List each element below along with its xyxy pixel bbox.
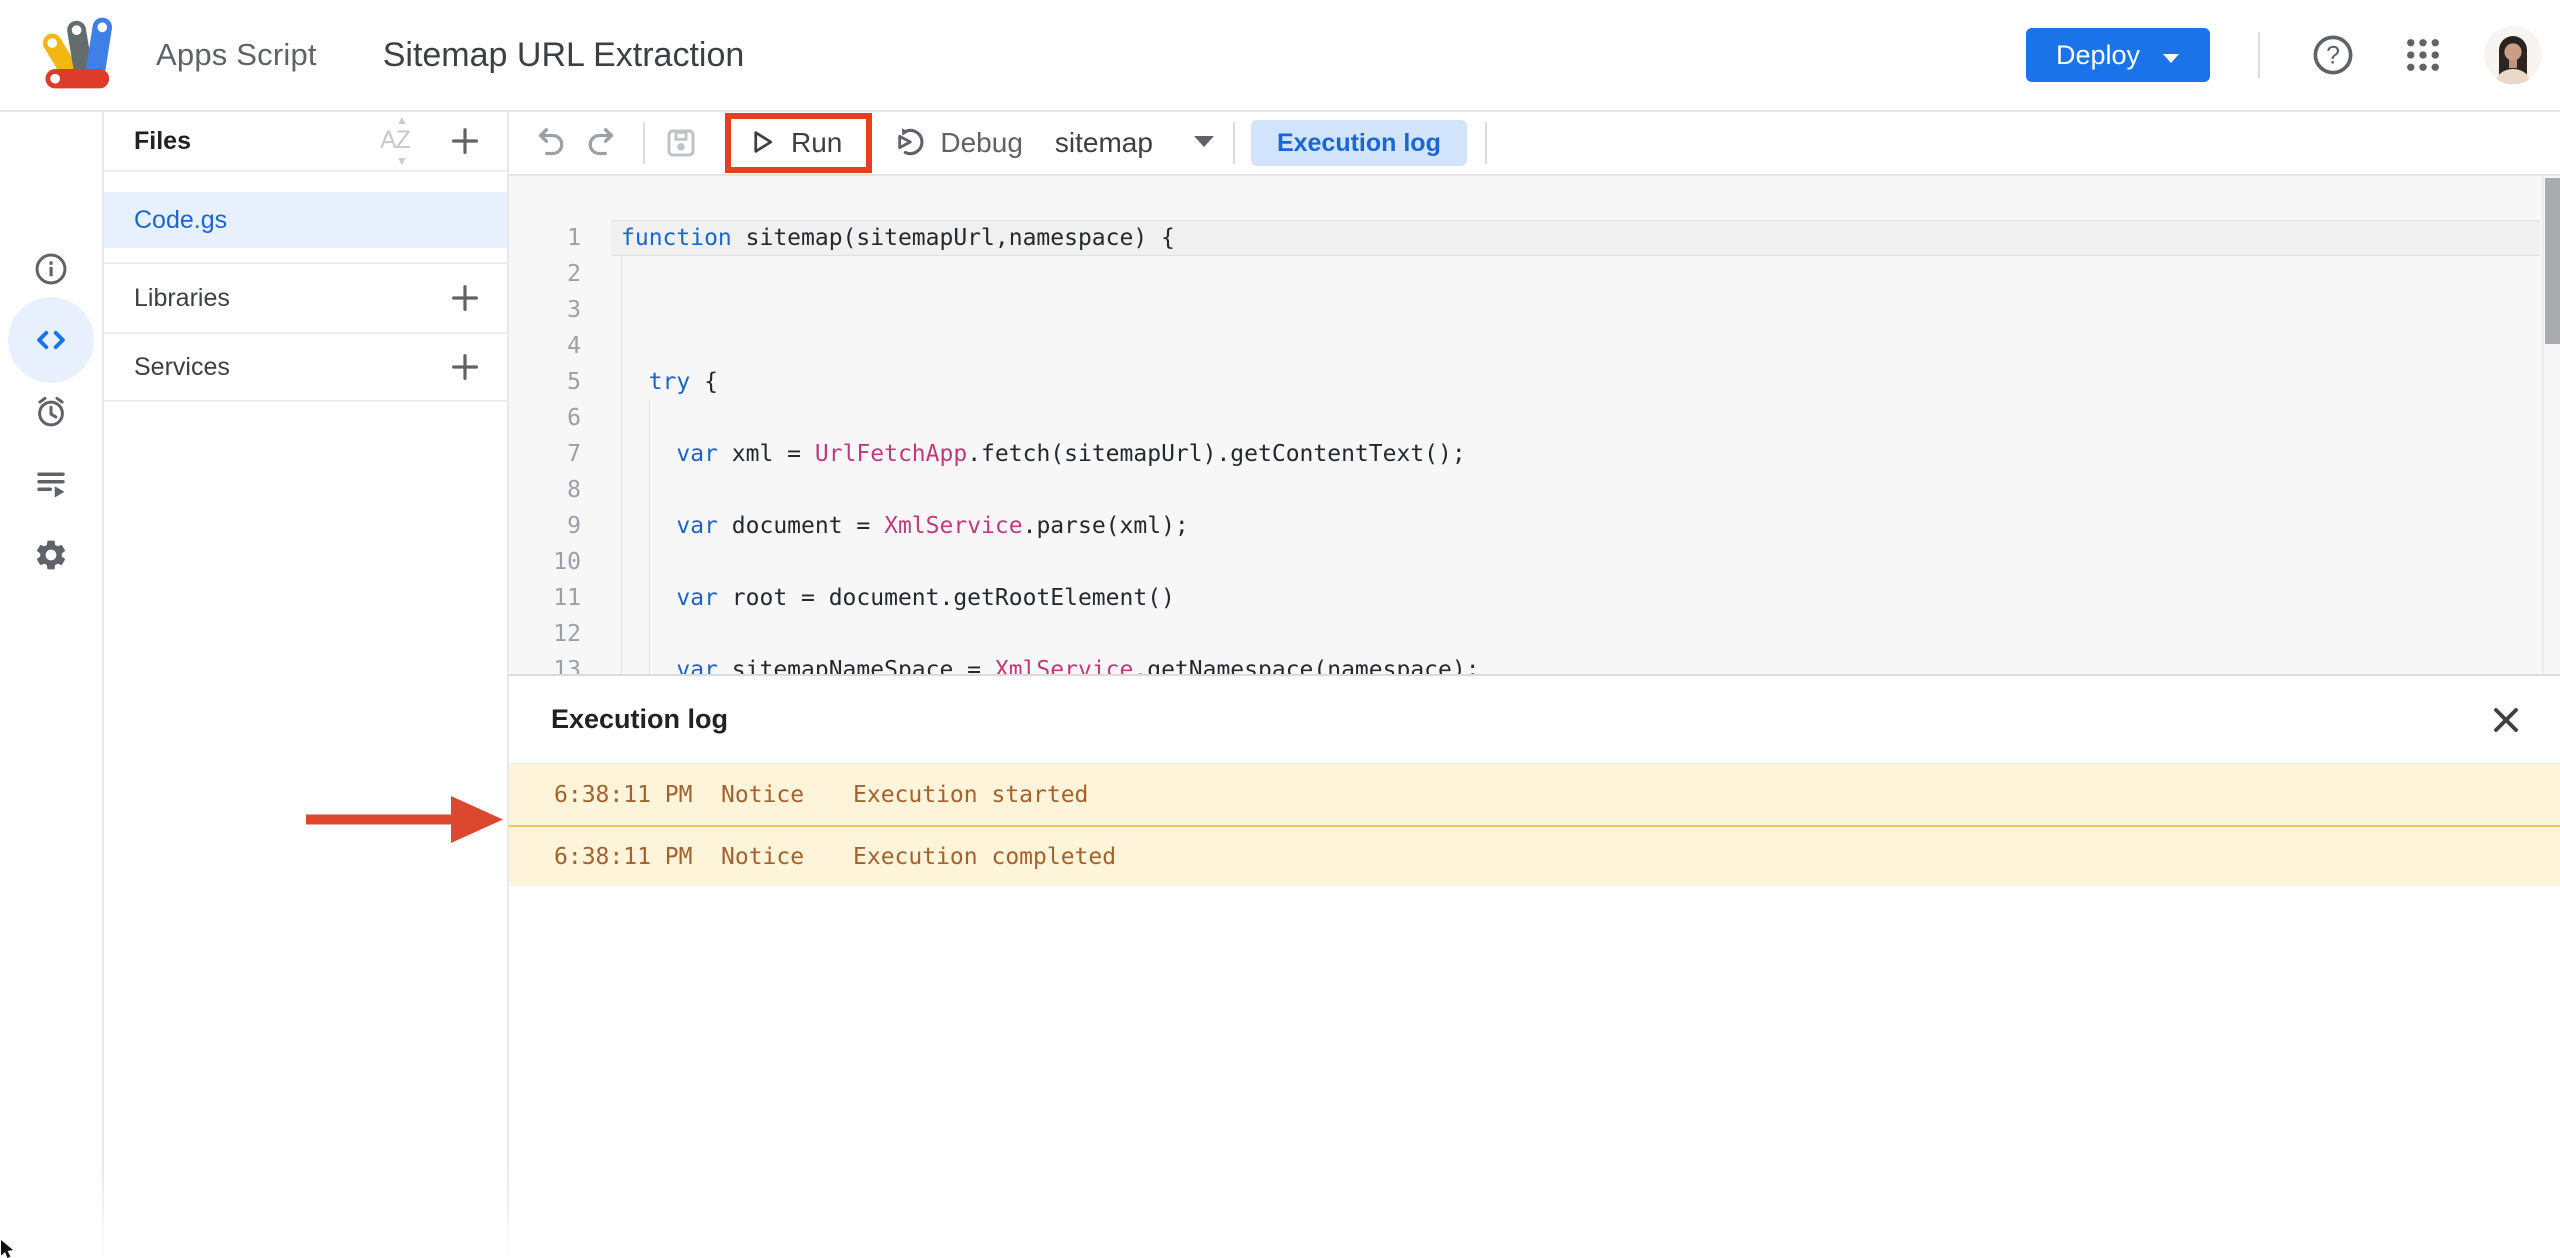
code-line: var sitemapNameSpace = XmlService.getNam…	[621, 652, 1480, 674]
toolbar-divider	[643, 122, 645, 164]
topbar-divider	[2258, 32, 2260, 78]
log-level: Notice	[721, 782, 853, 808]
apps-script-window: Apps Script Sitemap URL Extraction Deplo…	[0, 0, 2560, 1258]
libraries-label: Libraries	[134, 284, 443, 313]
line-number[interactable]: 12	[509, 616, 581, 652]
save-icon[interactable]	[659, 121, 703, 165]
files-panel: Files ▲ AZ ▼ Code.gs Libraries	[104, 112, 509, 1258]
run-highlight-box: Run	[725, 113, 872, 173]
deploy-caret-icon	[2162, 40, 2180, 71]
scrollbar-thumb[interactable]	[2545, 178, 2560, 344]
function-selector-value: sitemap	[1055, 127, 1153, 159]
toolbar-divider	[1233, 122, 1235, 164]
avatar[interactable]	[2484, 26, 2542, 84]
redo-icon[interactable]	[581, 121, 625, 165]
project-title[interactable]: Sitemap URL Extraction	[383, 36, 745, 75]
add-service-icon[interactable]	[443, 345, 487, 389]
code-editor[interactable]: 12345678910111213 function sitemap(sitem…	[509, 176, 2560, 674]
log-time: 6:38:11 PM	[554, 844, 721, 870]
code-line: var root = document.getRootElement()	[621, 580, 1175, 616]
apps-grid-icon[interactable]	[2402, 34, 2444, 76]
add-library-icon[interactable]	[443, 276, 487, 320]
run-button[interactable]: Run	[747, 127, 842, 160]
line-number[interactable]: 3	[509, 292, 581, 328]
line-number[interactable]: 6	[509, 400, 581, 436]
debug-button[interactable]: Debug	[894, 125, 1023, 162]
log-entry: 6:38:11 PMNoticeExecution completed	[509, 825, 2560, 886]
execution-log-title: Execution log	[551, 704, 2482, 735]
code-line: function sitemap(sitemapUrl,namespace) {	[621, 220, 1175, 256]
sort-az-icon[interactable]: ▲ AZ ▼	[377, 117, 429, 165]
settings-icon[interactable]	[8, 512, 94, 598]
files-title: Files	[134, 127, 377, 156]
toolbar-divider	[1485, 122, 1487, 164]
top-bar: Apps Script Sitemap URL Extraction Deplo…	[0, 0, 2560, 112]
code-line: try {	[621, 364, 718, 400]
execution-log-button[interactable]: Execution log	[1251, 120, 1467, 166]
log-message: Execution completed	[853, 844, 1116, 870]
undo-icon[interactable]	[527, 121, 571, 165]
minimap-border	[2542, 176, 2544, 674]
execution-log-header: Execution log	[509, 676, 2560, 764]
debug-label: Debug	[940, 127, 1023, 159]
play-icon	[747, 127, 777, 160]
function-selector[interactable]: sitemap	[1055, 127, 1215, 159]
line-number[interactable]: 1	[509, 220, 581, 256]
line-number[interactable]: 4	[509, 328, 581, 364]
services-label: Services	[134, 353, 443, 382]
files-header: Files ▲ AZ ▼	[104, 112, 507, 172]
line-number[interactable]: 7	[509, 436, 581, 472]
file-row-code-gs[interactable]: Code.gs	[104, 192, 507, 248]
svg-text:?: ?	[2326, 41, 2340, 69]
file-list-gap	[104, 248, 507, 262]
app-name: Apps Script	[156, 37, 317, 73]
services-section: Services	[104, 332, 507, 402]
log-time: 6:38:11 PM	[554, 782, 721, 808]
left-rail	[0, 112, 104, 1258]
line-number[interactable]: 11	[509, 580, 581, 616]
help-icon[interactable]: ?	[2310, 32, 2356, 78]
file-name: Code.gs	[134, 206, 227, 235]
execution-log-entries: 6:38:11 PMNoticeExecution started6:38:11…	[509, 764, 2560, 886]
libraries-section: Libraries	[104, 262, 507, 332]
close-icon[interactable]	[2482, 696, 2530, 744]
line-number[interactable]: 10	[509, 544, 581, 580]
log-message: Execution started	[853, 782, 1088, 808]
line-number[interactable]: 5	[509, 364, 581, 400]
line-number[interactable]: 9	[509, 508, 581, 544]
code-line: var xml = UrlFetchApp.fetch(sitemapUrl).…	[621, 436, 1466, 472]
apps-script-logo-icon[interactable]	[36, 13, 140, 98]
deploy-label: Deploy	[2056, 40, 2140, 71]
deploy-button[interactable]: Deploy	[2026, 28, 2210, 82]
log-entry: 6:38:11 PMNoticeExecution started	[509, 764, 2560, 825]
line-number[interactable]: 8	[509, 472, 581, 508]
add-file-icon[interactable]	[443, 119, 487, 163]
run-label: Run	[791, 127, 842, 159]
topbar-actions: Deploy ?	[2026, 26, 2542, 84]
dropdown-caret-icon	[1193, 135, 1215, 151]
editor-toolbar: Run Debug sitemap E	[509, 112, 2560, 176]
log-level: Notice	[721, 844, 853, 870]
line-number[interactable]: 2	[509, 256, 581, 292]
file-list: Code.gs	[104, 172, 507, 262]
line-number[interactable]: 13	[509, 652, 581, 674]
debug-icon	[894, 125, 928, 162]
code-line: var document = XmlService.parse(xml);	[621, 508, 1189, 544]
execution-log-panel: Execution log 6:38:11 PMNoticeExecution …	[509, 674, 2560, 1258]
